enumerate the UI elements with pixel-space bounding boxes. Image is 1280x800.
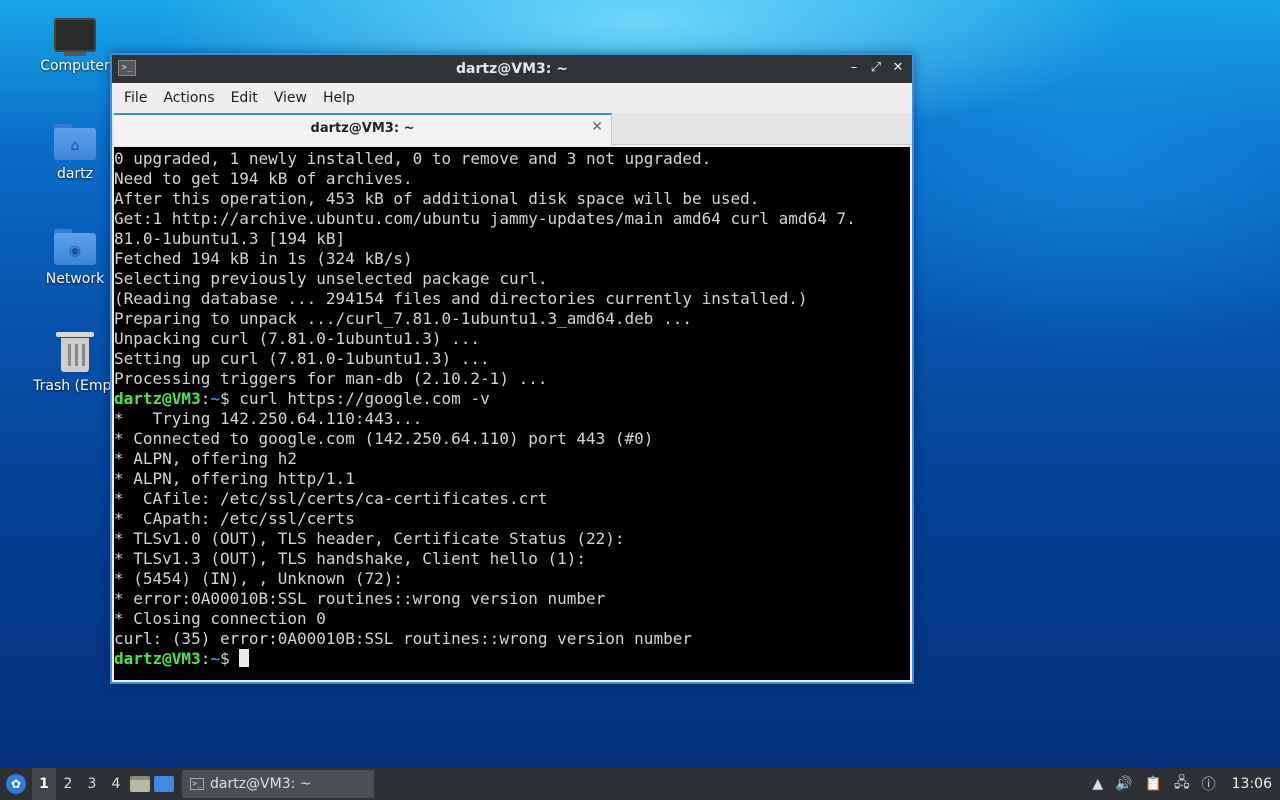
- close-button[interactable]: ✕: [890, 59, 906, 77]
- terminal-icon: >_: [190, 778, 204, 790]
- prompt-separator: :: [200, 649, 211, 668]
- minimize-button[interactable]: –: [846, 59, 862, 77]
- terminal-line: (Reading database ... 294154 files and d…: [114, 289, 808, 308]
- terminal-line: Fetched 194 kB in 1s (324 kB/s): [114, 249, 413, 268]
- window-titlebar[interactable]: >_ dartz@VM3: ~ – ⤢ ✕: [112, 55, 912, 83]
- terminal-line: Setting up curl (7.81.0-1ubuntu1.3) ...: [114, 349, 490, 368]
- workspace-3[interactable]: 3: [80, 768, 104, 800]
- workspace-4[interactable]: 4: [104, 768, 128, 800]
- terminal-line: * ALPN, offering http/1.1: [114, 469, 355, 488]
- clock[interactable]: 13:06: [1232, 776, 1272, 792]
- workspace-1[interactable]: 1: [32, 768, 56, 800]
- tab-bar: dartz@VM3: ~ ✕: [112, 113, 912, 145]
- taskbar-item-terminal[interactable]: >_ dartz@VM3: ~: [182, 770, 374, 798]
- menu-view[interactable]: View: [266, 90, 315, 106]
- taskbar: ✿ 1 2 3 4 >_ dartz@VM3: ~ ▲ 🔊 📋 🖧 ⓘ 13:0…: [0, 768, 1280, 800]
- tray-arrow-icon[interactable]: ▲: [1092, 776, 1103, 792]
- terminal-line: * error:0A00010B:SSL routines::wrong ver…: [114, 589, 606, 608]
- prompt-symbol: $: [219, 389, 240, 408]
- home-folder-icon: ⌂: [54, 124, 96, 160]
- volume-icon[interactable]: 🔊: [1115, 776, 1132, 792]
- terminal-line: Need to get 194 kB of archives.: [114, 169, 413, 188]
- prompt-path: ~: [210, 649, 220, 668]
- show-desktop-button[interactable]: [152, 768, 176, 800]
- show-desktop-icon: [154, 776, 174, 792]
- terminal-line: * (5454) (IN), , Unknown (72):: [114, 569, 403, 588]
- maximize-button[interactable]: ⤢: [868, 59, 884, 77]
- prompt-symbol: $: [219, 649, 240, 668]
- start-menu-icon: ✿: [6, 774, 26, 794]
- terminal-line: * ALPN, offering h2: [114, 449, 298, 468]
- command-text: curl https://google.com -v: [239, 389, 490, 408]
- terminal-line: * Connected to google.com (142.250.64.11…: [114, 429, 654, 448]
- terminal-line: 81.0-1ubuntu1.3 [194 kB]: [114, 229, 346, 248]
- tab-title: dartz@VM3: ~: [310, 121, 415, 136]
- menu-edit[interactable]: Edit: [223, 90, 266, 106]
- terminal-line: Processing triggers for man-db (2.10.2-1…: [114, 369, 548, 388]
- file-manager-launcher[interactable]: [128, 768, 152, 800]
- prompt-path: ~: [210, 389, 220, 408]
- terminal-output[interactable]: 0 upgraded, 1 newly installed, 0 to remo…: [114, 147, 910, 680]
- system-tray: ▲ 🔊 📋 🖧 ⓘ 13:06: [1092, 772, 1280, 796]
- file-manager-icon: [130, 776, 150, 792]
- command-line: dartz@VM3:~$ curl https://google.com -v: [114, 389, 910, 409]
- terminal-line: * CAfile: /etc/ssl/certs/ca-certificates…: [114, 489, 548, 508]
- terminal-window: >_ dartz@VM3: ~ – ⤢ ✕ File Actions Edit …: [110, 53, 914, 684]
- prompt-user: dartz@VM3: [114, 649, 201, 668]
- menu-file[interactable]: File: [116, 90, 155, 106]
- terminal-line: * Closing connection 0: [114, 609, 326, 628]
- start-menu-button[interactable]: ✿: [0, 768, 32, 800]
- prompt-separator: :: [200, 389, 211, 408]
- terminal-line: * Trying 142.250.64.110:443...: [114, 409, 423, 428]
- prompt-user: dartz@VM3: [114, 389, 201, 408]
- taskbar-item-label: dartz@VM3: ~: [210, 776, 312, 792]
- trash-icon: [56, 332, 94, 372]
- network-folder-icon: ◉: [54, 229, 96, 265]
- terminal-line: 0 upgraded, 1 newly installed, 0 to remo…: [114, 149, 712, 168]
- terminal-line: Preparing to unpack .../curl_7.81.0-1ubu…: [114, 309, 692, 328]
- terminal-line: * TLSv1.0 (OUT), TLS header, Certificate…: [114, 529, 625, 548]
- terminal-line: curl: (35) error:0A00010B:SSL routines::…: [114, 629, 692, 648]
- text-cursor: [239, 649, 250, 667]
- menu-actions[interactable]: Actions: [155, 90, 222, 106]
- computer-icon: [54, 18, 96, 56]
- network-icon[interactable]: 🖧: [1174, 772, 1190, 796]
- terminal-line: * TLSv1.3 (OUT), TLS handshake, Client h…: [114, 549, 587, 568]
- terminal-line: Selecting previously unselected package …: [114, 269, 548, 288]
- tab-terminal[interactable]: dartz@VM3: ~ ✕: [114, 113, 612, 145]
- terminal-line: After this operation, 453 kB of addition…: [114, 189, 760, 208]
- workspace-2[interactable]: 2: [56, 768, 80, 800]
- menubar: File Actions Edit View Help: [112, 83, 912, 113]
- clipboard-icon[interactable]: 📋: [1145, 776, 1162, 792]
- window-title: dartz@VM3: ~: [456, 61, 568, 77]
- terminal-line: Unpacking curl (7.81.0-1ubuntu1.3) ...: [114, 329, 481, 348]
- updates-icon[interactable]: ⓘ: [1202, 774, 1216, 794]
- active-prompt-line[interactable]: dartz@VM3:~$: [114, 649, 910, 669]
- terminal-line: Get:1 http://archive.ubuntu.com/ubuntu j…: [114, 209, 856, 228]
- tab-close-icon[interactable]: ✕: [591, 119, 603, 135]
- terminal-line: * CApath: /etc/ssl/certs: [114, 509, 355, 528]
- menu-help[interactable]: Help: [315, 90, 363, 106]
